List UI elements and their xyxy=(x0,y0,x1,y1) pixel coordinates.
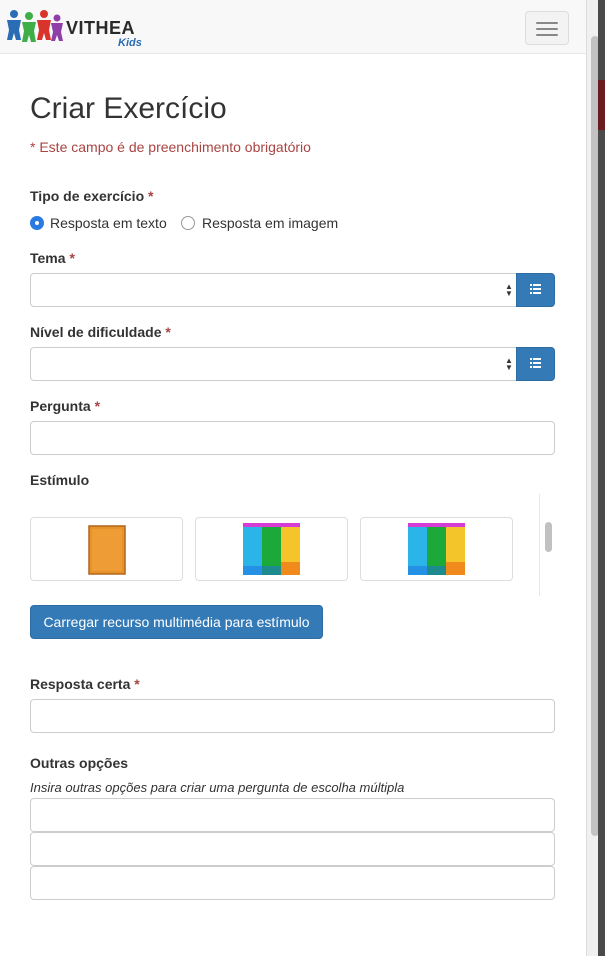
page-title: Criar Exercício xyxy=(30,92,227,125)
page: VITHEA Kids Criar Exercício * Este campo… xyxy=(0,0,586,956)
list-icon xyxy=(530,358,541,368)
correct-answer-label: Resposta certa * xyxy=(30,676,140,692)
question-label-text: Pergunta xyxy=(30,398,91,414)
question-label: Pergunta * xyxy=(30,398,100,414)
stimulus-scrollbar-thumb[interactable] xyxy=(545,522,552,552)
required-note: * Este campo é de preenchimento obrigató… xyxy=(30,139,311,155)
required-mark: * xyxy=(94,398,101,414)
required-mark: * xyxy=(134,676,140,692)
difficulty-label-text: Nível de dificuldade xyxy=(30,324,162,340)
required-mark: * xyxy=(148,188,154,204)
upload-stimulus-button[interactable]: Carregar recurso multimédia para estímul… xyxy=(30,605,323,639)
difficulty-select[interactable]: ▲ ▼ xyxy=(30,347,517,381)
theme-label: Tema * xyxy=(30,250,75,266)
stimulus-thumbnail[interactable] xyxy=(30,517,183,581)
stimulus-thumbnail[interactable] xyxy=(360,517,513,581)
stimulus-label: Estímulo xyxy=(30,472,90,488)
brand-sub: Kids xyxy=(118,37,142,49)
correct-answer-input[interactable] xyxy=(30,699,555,733)
background-edge xyxy=(598,0,605,956)
required-mark: * xyxy=(165,324,171,340)
exercise-type-label: Tipo de exercício * xyxy=(30,188,153,204)
select-arrows-icon: ▲ ▼ xyxy=(505,282,513,298)
hamburger-icon-bar xyxy=(536,34,558,36)
required-mark: * xyxy=(69,250,75,266)
select-arrows-icon: ▲ ▼ xyxy=(505,356,513,372)
other-option-input[interactable] xyxy=(30,798,555,832)
radio-image-answer-label[interactable]: Resposta em imagem xyxy=(202,215,338,231)
theme-label-text: Tema xyxy=(30,250,66,266)
brand-logo[interactable]: VITHEA Kids xyxy=(6,8,146,49)
stimulus-thumbnail[interactable] xyxy=(195,517,348,581)
navbar: VITHEA Kids xyxy=(0,0,586,54)
menu-toggle-button[interactable] xyxy=(525,11,569,45)
hamburger-icon xyxy=(536,22,558,24)
other-option-input[interactable] xyxy=(30,832,555,866)
image-thumbnail-icon xyxy=(243,523,300,575)
hamburger-icon-bar xyxy=(536,28,558,30)
stimulus-gallery xyxy=(30,494,555,596)
correct-answer-label-text: Resposta certa xyxy=(30,676,131,692)
theme-select[interactable]: ▲ ▼ xyxy=(30,273,517,307)
other-option-input[interactable] xyxy=(30,866,555,900)
other-options-help: Insira outras opções para criar uma perg… xyxy=(30,780,405,795)
difficulty-list-button[interactable] xyxy=(516,347,555,381)
exercise-type-label-text: Tipo de exercício xyxy=(30,188,145,204)
question-input[interactable] xyxy=(30,421,555,455)
list-icon xyxy=(530,284,541,294)
difficulty-label: Nível de dificuldade * xyxy=(30,324,171,340)
stimulus-scrollbar[interactable] xyxy=(539,494,555,596)
radio-image-answer[interactable] xyxy=(181,216,195,230)
radio-text-answer-label[interactable]: Resposta em texto xyxy=(50,215,167,231)
image-thumbnail-icon xyxy=(408,523,465,575)
background-edge-accent xyxy=(598,80,605,130)
radio-text-answer[interactable] xyxy=(30,216,44,230)
brand-name: VITHEA xyxy=(66,18,136,38)
other-options-label: Outras opções xyxy=(30,755,129,771)
image-thumbnail-icon xyxy=(88,525,126,575)
puzzle-people-logo-icon xyxy=(7,10,63,42)
theme-list-button[interactable] xyxy=(516,273,555,307)
